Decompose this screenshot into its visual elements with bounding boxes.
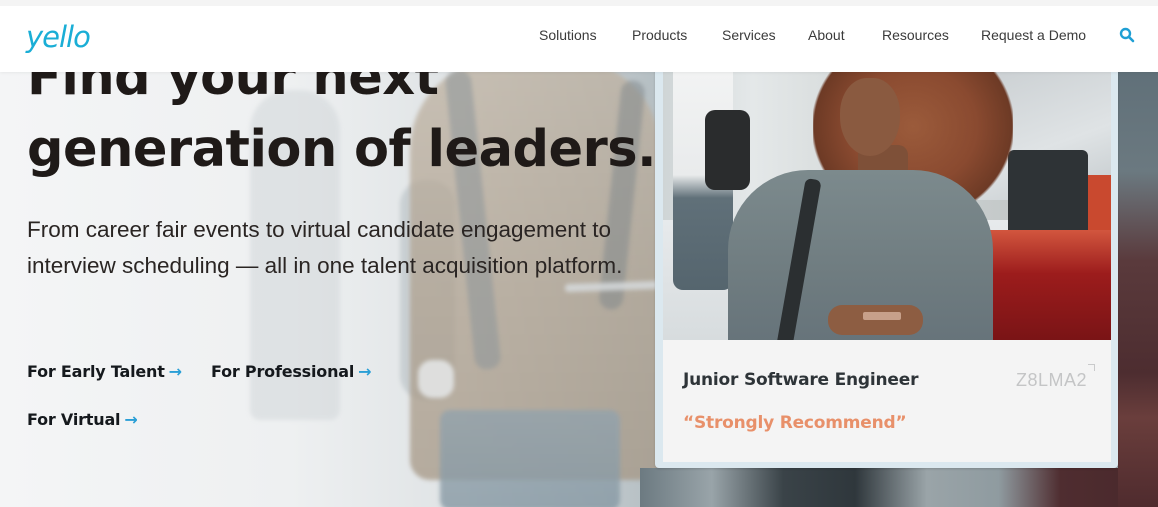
nav-products[interactable]: Products xyxy=(632,27,687,43)
photo-bag xyxy=(705,110,750,190)
arrow-right-icon: → xyxy=(358,362,372,381)
candidate-job-title: Junior Software Engineer xyxy=(683,370,919,390)
cta-early-talent[interactable]: For Early Talent → xyxy=(27,362,182,381)
search-button[interactable] xyxy=(1119,27,1137,45)
corner-bracket-icon xyxy=(1088,364,1095,371)
cta-label: For Early Talent xyxy=(27,362,165,381)
photo-hands xyxy=(828,305,923,335)
cta-virtual[interactable]: For Virtual → xyxy=(27,410,138,429)
nav-request-demo[interactable]: Request a Demo xyxy=(981,27,1086,43)
background-bottom xyxy=(640,468,1118,507)
background-right-edge xyxy=(1118,60,1158,507)
photo-black-seat xyxy=(1008,150,1088,240)
cta-label: For Professional xyxy=(211,362,355,381)
hero-subhead: From career fair events to virtual candi… xyxy=(27,217,623,278)
photo-phone xyxy=(863,312,901,320)
photo-red-seat xyxy=(983,230,1111,340)
main-nav: Solutions Products Services About Resour… xyxy=(0,27,1158,47)
background-man-jeans xyxy=(440,410,620,507)
candidate-card-body: Junior Software Engineer Z8LMA2 “Strongl… xyxy=(663,340,1111,462)
cta-label: For Virtual xyxy=(27,410,121,429)
nav-about[interactable]: About xyxy=(808,27,845,43)
candidate-card: Junior Software Engineer Z8LMA2 “Strongl… xyxy=(655,60,1118,468)
nav-solutions[interactable]: Solutions xyxy=(539,27,597,43)
arrow-right-icon: → xyxy=(168,362,182,381)
headline-line-2: generation of leaders. xyxy=(27,120,656,179)
nav-resources[interactable]: Resources xyxy=(882,27,949,43)
nav-services[interactable]: Services xyxy=(722,27,776,43)
site-header: yello Solutions Products Services About … xyxy=(0,0,1158,72)
cta-professional[interactable]: For Professional → xyxy=(211,362,372,381)
photo-face xyxy=(840,78,900,156)
candidate-recommendation: “Strongly Recommend” xyxy=(683,413,907,433)
sneaker xyxy=(418,360,454,398)
candidate-code: Z8LMA2 xyxy=(1015,370,1087,390)
search-icon xyxy=(1119,27,1135,43)
arrow-right-icon: → xyxy=(124,410,138,429)
candidate-photo xyxy=(663,60,1111,340)
